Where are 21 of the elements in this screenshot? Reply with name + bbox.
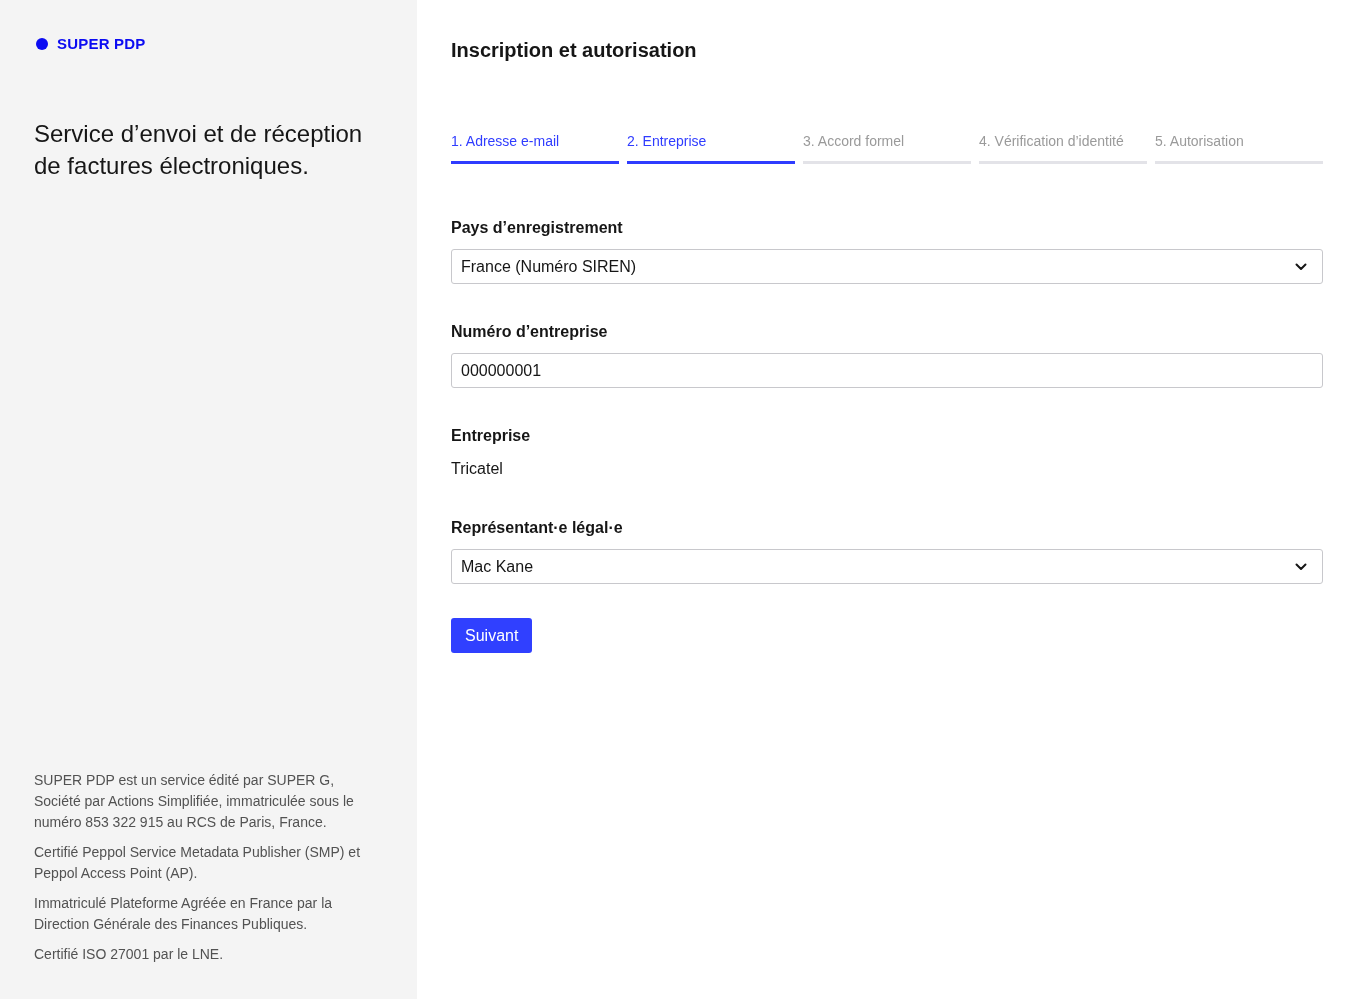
chevron-down-icon xyxy=(1295,262,1307,271)
field-label: Numéro d’entreprise xyxy=(451,322,608,342)
input-field[interactable]: 000000001 xyxy=(451,353,1323,388)
legal-text: SUPER PDP est un service édité par SUPER G, Société par Actions Simplifiée, immatriculée sous le numéro 853 322 915 au RCS de Paris, France. xyxy=(34,771,355,832)
page-title: Inscription et autorisation xyxy=(451,38,698,63)
logo-text: SUPER PDP xyxy=(57,35,146,52)
field-label: Représentant·e légal·e xyxy=(451,518,623,538)
legal-text: Certifié Peppol Service Metadata Publisher (SMP) et Peppol Access Point (AP). xyxy=(34,843,362,883)
tagline-text: Service d’envoi et de réception de factures électroniques. xyxy=(34,119,364,181)
dot-logo-icon xyxy=(36,37,48,50)
next-button[interactable]: Suivant xyxy=(451,618,533,653)
legal-text: Certifié ISO 27001 par le LNE. xyxy=(34,945,225,964)
step-tab[interactable]: 2. Entreprise xyxy=(627,131,795,164)
value-text: Tricatel xyxy=(451,459,503,479)
select-field[interactable]: France (Numéro SIREN) xyxy=(451,249,1323,284)
field-label: Pays d’enregistrement xyxy=(451,218,623,238)
field-label: Entreprise xyxy=(451,426,531,446)
step-tab[interactable]: 1. Adresse e-mail xyxy=(451,131,619,164)
chevron-down-icon xyxy=(1295,562,1307,571)
select-field[interactable]: Mac Kane xyxy=(451,549,1323,584)
legal-text: Immatriculé Plateforme Agréée en France par la Direction Générale des Finances Publiques. xyxy=(34,894,334,934)
